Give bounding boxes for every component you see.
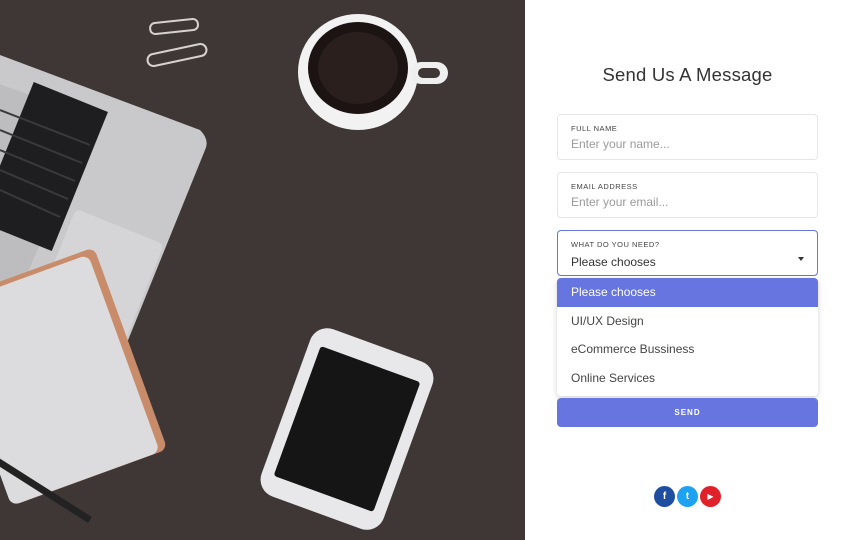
- dropdown-option[interactable]: Online Services: [557, 364, 818, 393]
- full-name-label: FULL NAME: [571, 124, 618, 133]
- send-button[interactable]: SEND: [557, 398, 818, 427]
- email-field[interactable]: EMAIL ADDRESS: [557, 172, 818, 218]
- service-selected-value: Please chooses: [571, 255, 656, 269]
- dropdown-option[interactable]: Please chooses: [557, 278, 818, 307]
- email-label: EMAIL ADDRESS: [571, 182, 638, 191]
- facebook-icon[interactable]: f: [654, 486, 675, 507]
- hero-photo: [0, 0, 525, 540]
- youtube-icon[interactable]: ▶: [700, 486, 721, 507]
- service-label: WHAT DO YOU NEED?: [571, 240, 660, 249]
- full-name-input[interactable]: [571, 137, 801, 151]
- service-dropdown-menu: Please chooses UI/UX Design eCommerce Bu…: [557, 278, 818, 396]
- dropdown-option[interactable]: UI/UX Design: [557, 307, 818, 336]
- email-input[interactable]: [571, 195, 801, 209]
- twitter-icon[interactable]: t: [677, 486, 698, 507]
- contact-form: Send Us A Message FULL NAME EMAIL ADDRES…: [525, 0, 850, 540]
- full-name-field[interactable]: FULL NAME: [557, 114, 818, 160]
- form-title: Send Us A Message: [602, 64, 773, 85]
- service-select[interactable]: WHAT DO YOU NEED? Please chooses: [557, 230, 818, 276]
- dropdown-option[interactable]: eCommerce Bussiness: [557, 335, 818, 364]
- caret-down-icon[interactable]: [798, 257, 804, 261]
